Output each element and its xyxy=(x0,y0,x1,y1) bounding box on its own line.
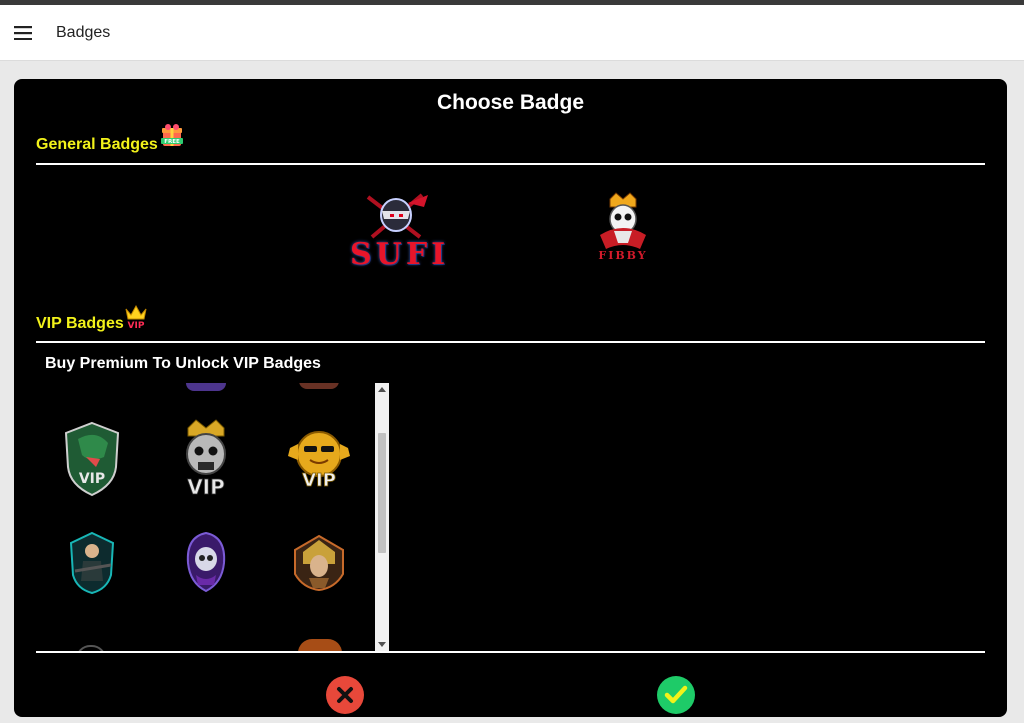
scroll-up-arrow-icon[interactable] xyxy=(375,383,389,395)
vip-divider xyxy=(36,341,985,343)
vip-badge-partial-top-1 xyxy=(186,383,226,391)
app-bar: Badges xyxy=(0,5,1024,61)
hamburger-menu-icon[interactable] xyxy=(4,14,42,52)
check-icon xyxy=(664,685,688,704)
badge-sufi-label: SUFI xyxy=(350,237,450,272)
hooded-skull-icon xyxy=(186,531,226,593)
vip-badge-partial-top-2 xyxy=(299,383,339,389)
vip-badges-title: VIP Badges xyxy=(36,315,124,332)
cancel-button[interactable] xyxy=(326,676,364,714)
vip-badge-sun[interactable]: VIP xyxy=(269,409,369,509)
vip-badge-hooded-skull[interactable] xyxy=(156,513,256,613)
vip-unlock-note: Buy Premium To Unlock VIP Badges xyxy=(45,355,321,372)
vip-list-scrollbar[interactable] xyxy=(375,383,389,651)
scrollbar-thumb[interactable] xyxy=(378,433,386,553)
vip-badge-partial-bottom-2 xyxy=(298,639,342,651)
vip-badge-dinosaur[interactable]: VIP xyxy=(42,409,142,509)
scroll-down-arrow-icon[interactable] xyxy=(375,639,389,651)
choose-badge-dialog: Choose Badge General Badges FREE SUFI FI… xyxy=(14,79,1007,717)
vip-badge-list[interactable]: VIP VIP VIP xyxy=(36,383,389,651)
page-title: Badges xyxy=(56,23,111,41)
svg-text:FREE: FREE xyxy=(164,139,180,145)
free-gift-icon: FREE xyxy=(160,123,184,149)
general-badges-title: General Badges xyxy=(36,136,158,153)
badge-sufi[interactable]: SUFI xyxy=(350,189,450,273)
badge-fibby-label: FIBBY xyxy=(598,249,648,262)
crown-vip-icon: VIP xyxy=(124,303,148,331)
close-icon xyxy=(337,687,353,703)
vip-badge-pharaoh[interactable] xyxy=(269,513,369,613)
actions-divider xyxy=(36,651,985,653)
badge-fibby[interactable]: FIBBY xyxy=(588,191,658,267)
dinosaur-vip-icon: VIP xyxy=(64,421,120,497)
svg-text:VIP: VIP xyxy=(187,475,225,499)
sun-vip-icon: VIP xyxy=(288,431,350,491)
confirm-button[interactable] xyxy=(657,676,695,714)
gunner-mascot-icon xyxy=(69,531,115,595)
vip-badge-gunner[interactable] xyxy=(42,513,142,613)
svg-text:VIP: VIP xyxy=(302,470,336,491)
general-divider xyxy=(36,163,985,165)
dialog-title: Choose Badge xyxy=(436,91,585,114)
svg-text:VIP: VIP xyxy=(128,321,145,329)
pharaoh-mascot-icon xyxy=(294,534,344,592)
svg-text:VIP: VIP xyxy=(79,471,105,487)
crowned-skull-vip-icon: VIP xyxy=(186,419,226,499)
vip-badge-crowned-skull[interactable]: VIP xyxy=(156,409,256,509)
